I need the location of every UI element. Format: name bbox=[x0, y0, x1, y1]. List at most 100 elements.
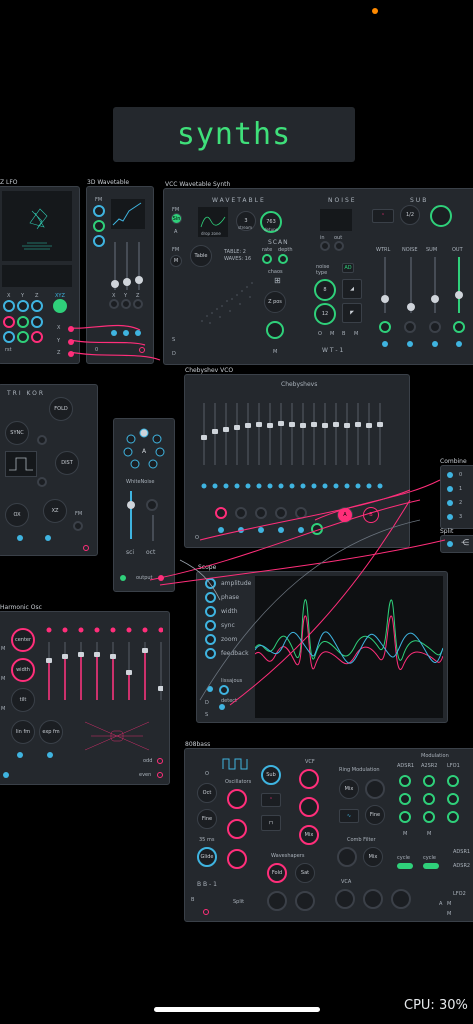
mod-knob-5[interactable] bbox=[423, 793, 435, 805]
lfo-knob-row3a[interactable] bbox=[3, 331, 15, 343]
wt3d-knob-2[interactable] bbox=[93, 220, 105, 232]
trikor-xz-knob[interactable]: XZ bbox=[43, 499, 67, 523]
scope-lissajous-jack[interactable] bbox=[207, 686, 213, 692]
vcc-jack-1[interactable] bbox=[382, 341, 388, 347]
mod-knob-2[interactable] bbox=[423, 775, 435, 787]
lfo-knob-row3c[interactable] bbox=[31, 331, 43, 343]
home-indicator[interactable] bbox=[154, 1007, 320, 1012]
whitenoise-wheel[interactable]: A bbox=[122, 427, 166, 471]
harmonic-expfm-knob[interactable]: exp fm bbox=[39, 720, 63, 744]
trikor-jack-1[interactable] bbox=[17, 535, 23, 541]
bass-ring-knob[interactable] bbox=[365, 779, 385, 799]
mix-slider-wtrl[interactable] bbox=[381, 257, 389, 313]
ad-button[interactable]: AD bbox=[342, 263, 354, 273]
bass-glide-knob[interactable]: Glide bbox=[197, 847, 217, 867]
bass-oct-knob[interactable]: Oct bbox=[197, 783, 217, 803]
wt3d-slider-3[interactable] bbox=[135, 242, 143, 290]
lfo-knob-row2b[interactable] bbox=[17, 316, 29, 328]
trikor-knob-s2[interactable] bbox=[37, 477, 47, 487]
harmonic-odd-jack[interactable] bbox=[157, 758, 163, 764]
trikor-dist-knob[interactable]: DIST bbox=[55, 451, 79, 475]
bass-sub-shape[interactable]: ⊓ bbox=[261, 815, 281, 831]
jack-wt-y[interactable] bbox=[123, 330, 129, 336]
cheb-knob-5[interactable] bbox=[295, 507, 307, 519]
wt3d-knob-y[interactable] bbox=[121, 299, 131, 309]
harmonic-jack-2[interactable] bbox=[17, 752, 23, 758]
cycle-toggle-1[interactable] bbox=[397, 863, 413, 869]
mix-knob-1[interactable] bbox=[379, 321, 391, 333]
sub-half-button[interactable]: 1/2 bbox=[400, 205, 420, 225]
cheb-knob-2[interactable] bbox=[235, 507, 247, 519]
bass-vcf-knob-2[interactable] bbox=[299, 797, 319, 817]
cheb-jack-3[interactable] bbox=[258, 527, 264, 533]
split-icon[interactable]: ⋲ bbox=[461, 538, 469, 547]
harmonic-linfm-knob[interactable]: lin fm bbox=[11, 720, 35, 744]
vcc-jack-3[interactable] bbox=[432, 341, 438, 347]
split-in-jack[interactable] bbox=[447, 541, 453, 547]
wt3d-knob-1[interactable] bbox=[93, 205, 105, 217]
wt3d-knob-x[interactable] bbox=[109, 299, 119, 309]
lfo-knob-row3b[interactable] bbox=[17, 331, 29, 343]
combine-jack-2[interactable] bbox=[447, 500, 453, 506]
scope-lissajous-toggle[interactable] bbox=[219, 685, 229, 695]
noise-knob-12[interactable]: 12 bbox=[314, 303, 336, 325]
mod-knob-9[interactable] bbox=[447, 811, 459, 823]
whitenoise-sci-slider[interactable] bbox=[127, 491, 135, 539]
mod-knob-6[interactable] bbox=[447, 793, 459, 805]
combine-jack-3[interactable] bbox=[447, 514, 453, 520]
jack-out-z[interactable] bbox=[68, 351, 74, 357]
mod-knob-1[interactable] bbox=[399, 775, 411, 787]
mix-knob-2[interactable] bbox=[404, 321, 416, 333]
cheb-jack-4[interactable] bbox=[278, 527, 284, 533]
cheb-knob-1[interactable] bbox=[215, 507, 227, 519]
mix-knob-4[interactable] bbox=[453, 321, 465, 333]
cheb-knob-4[interactable] bbox=[275, 507, 287, 519]
trikor-sync-knob[interactable]: SYNC bbox=[5, 421, 29, 445]
bass-ws-knob-1[interactable] bbox=[267, 891, 287, 911]
lfo-knob-y[interactable] bbox=[17, 300, 29, 312]
whitenoise-in-jack[interactable] bbox=[120, 575, 126, 581]
combine-jack-0[interactable] bbox=[447, 472, 453, 478]
zpos-button[interactable]: Z pos bbox=[264, 291, 286, 313]
jack-wt-x[interactable] bbox=[111, 330, 117, 336]
whitenoise-out-jack[interactable] bbox=[158, 575, 164, 581]
scope-knob-phase[interactable] bbox=[205, 592, 216, 603]
mod-knob-7[interactable] bbox=[399, 811, 411, 823]
bass-sub-wave[interactable]: ⌃ bbox=[261, 793, 281, 807]
noise-out-knob[interactable] bbox=[334, 241, 344, 251]
trikor-jack-2[interactable] bbox=[45, 535, 51, 541]
scope-detect-jack[interactable] bbox=[219, 704, 225, 710]
bass-fine-knob[interactable]: Fine bbox=[197, 809, 217, 829]
envelope-shape-1[interactable]: ◢ bbox=[342, 279, 362, 299]
harmonic-even-jack[interactable] bbox=[157, 772, 163, 778]
mod-knob-3[interactable] bbox=[447, 775, 459, 787]
mix-slider-noise[interactable] bbox=[407, 257, 415, 313]
sub-level-knob[interactable] bbox=[430, 205, 452, 227]
noise-knob-8[interactable]: 8 bbox=[314, 279, 336, 301]
wt3d-knob-z[interactable] bbox=[133, 299, 143, 309]
bass-vca-knob-2[interactable] bbox=[363, 889, 383, 909]
sm-button[interactable]: Sin bbox=[171, 213, 182, 224]
lfo-toggle[interactable] bbox=[53, 299, 67, 313]
bass-vcf-knob[interactable] bbox=[299, 769, 319, 789]
vcc-jack-2[interactable] bbox=[407, 341, 413, 347]
trikor-knob-s3[interactable] bbox=[73, 521, 83, 531]
trikor-fold-knob[interactable]: FOLD bbox=[49, 397, 73, 421]
scan-depth-knob[interactable] bbox=[278, 254, 288, 264]
bass-vca-knob-3[interactable] bbox=[391, 889, 411, 909]
zpos-knob[interactable] bbox=[266, 321, 284, 339]
jack-out-y[interactable] bbox=[68, 339, 74, 345]
chaos-icon[interactable]: ⊞ bbox=[274, 276, 281, 285]
mix-slider-out[interactable] bbox=[455, 257, 463, 313]
lfo-knob-x[interactable] bbox=[3, 300, 15, 312]
wt3d-knob-3[interactable] bbox=[93, 235, 105, 247]
bass-osc-knob-1[interactable] bbox=[227, 789, 247, 809]
lfo-knob-row2c[interactable] bbox=[31, 316, 43, 328]
bass-osc-knob-3[interactable] bbox=[227, 849, 247, 869]
cheb-jack-2[interactable] bbox=[238, 527, 244, 533]
lfo-knob-row2a[interactable] bbox=[3, 316, 15, 328]
envelope-shape-2[interactable]: ◤ bbox=[342, 303, 362, 323]
cheb-a-button[interactable]: A bbox=[337, 507, 353, 523]
trikor-out-jack[interactable] bbox=[83, 545, 89, 551]
chebyshev-jack-row[interactable] bbox=[199, 475, 399, 489]
